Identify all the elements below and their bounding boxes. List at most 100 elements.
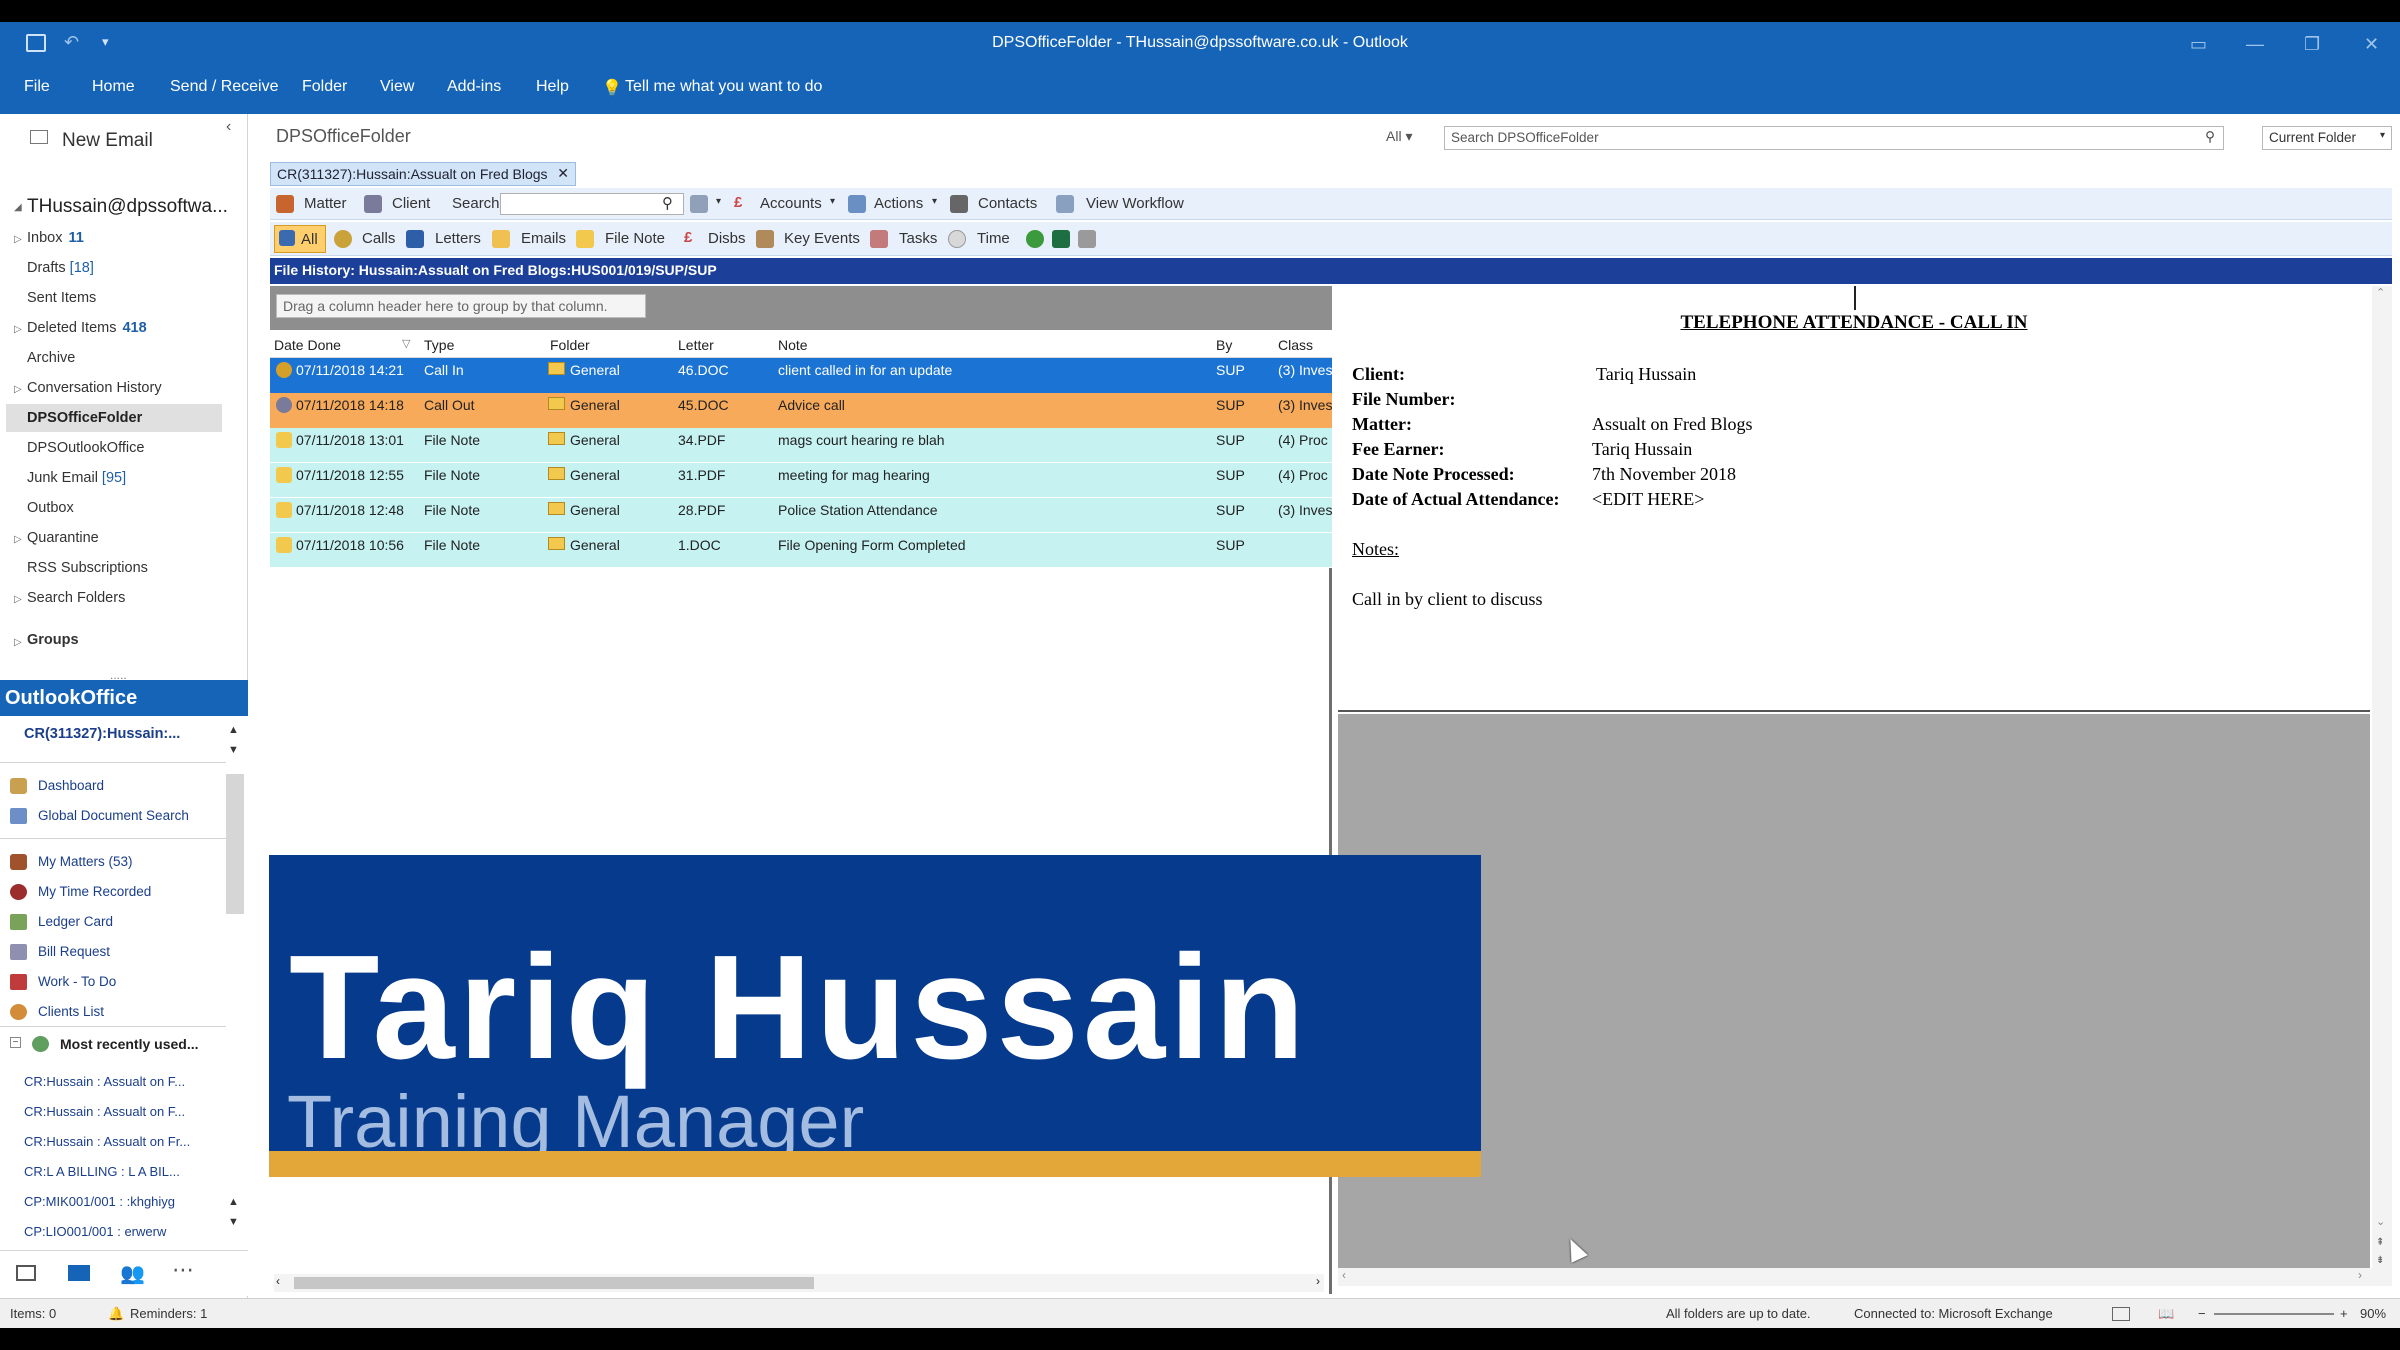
filter-letters-button[interactable]: Letters [435,230,481,247]
folder-deleted-items[interactable]: Deleted Items 418 [27,320,147,336]
collapse-pane-icon[interactable]: ‹ [226,118,231,136]
preview-horizontal-scrollbar[interactable]: ‹ › [1338,1268,2392,1286]
chevron-down-icon[interactable]: ▾ [830,196,835,207]
account-name[interactable]: THussain@dpssoftwa... [27,196,228,218]
matter-document-tab[interactable]: CR(311327):Hussain:Assualt on Fred Blogs… [270,162,576,186]
search-icon[interactable]: ⚲ [2205,129,2215,145]
folder-dpsofficefolder-selected[interactable]: DPSOfficeFolder [6,404,222,432]
folder-search-folders[interactable]: Search Folders [27,590,125,606]
search-input[interactable]: Search DPSOfficeFolder ⚲ [1444,126,2224,150]
table-row[interactable]: 07/11/2018 14:21 Call In General 46.DOC … [270,358,1332,393]
expand-quarantine-icon[interactable]: ▷ [14,534,22,545]
scroll-up-icon[interactable]: ⌃ [2376,286,2385,299]
scroll-up-icon[interactable]: ▲ [228,724,239,736]
mru-item[interactable]: CR:L A BILLING : L A BIL... [24,1164,180,1179]
scroll-right-icon[interactable]: › [1316,1274,1320,1288]
cell-letter[interactable]: 34.PDF [678,432,725,448]
actions-button[interactable]: Actions [874,195,923,212]
folder-archive[interactable]: Archive [27,350,75,366]
current-matter-link[interactable]: CR(311327):Hussain:... [24,726,180,742]
cell-letter[interactable]: 45.DOC [678,397,729,413]
close-icon[interactable]: ✕ [2364,34,2379,55]
prev-page-icon[interactable]: ⇞ [2376,1237,2384,1248]
current-folder-dropdown[interactable]: Current Folder ▾ [2262,126,2392,150]
mru-item[interactable]: CR:Hussain : Assualt on F... [24,1104,185,1119]
more-icon[interactable]: ⋯ [172,1257,194,1283]
expand-groups-icon[interactable]: ▷ [14,637,22,648]
table-row[interactable]: 07/11/2018 10:56 File Note General 1.DOC… [270,533,1332,568]
scroll-down-icon[interactable]: ⌄ [2376,1215,2385,1228]
grid-horizontal-scrollbar[interactable]: ‹ › [274,1274,1324,1292]
table-row[interactable]: 07/11/2018 12:55 File Note General 31.PD… [270,463,1332,498]
cell-letter[interactable]: 1.DOC [678,537,721,553]
col-note[interactable]: Note [778,337,808,353]
new-email-button[interactable]: New Email [62,130,153,152]
filter-all-button[interactable]: All [274,225,326,253]
calendar-icon[interactable] [16,1265,36,1281]
chevron-down-icon[interactable]: ▾ [932,196,937,207]
link-my-matters[interactable]: My Matters (53) [38,854,133,869]
filter-disbs-button[interactable]: Disbs [708,230,746,247]
scroll-left-icon[interactable]: ‹ [1342,1268,1346,1282]
preview-vertical-scrollbar[interactable]: ⌃ ⌄ ⇞ ⇟ [2372,286,2392,1268]
zoom-slider[interactable] [2214,1313,2334,1315]
zoom-level[interactable]: 90% [2360,1306,2386,1321]
tab-send-receive[interactable]: Send / Receive [170,78,279,96]
print-icon[interactable] [1078,230,1096,248]
mru-item[interactable]: CR:Hussain : Assualt on Fr... [24,1134,190,1149]
folder-drafts[interactable]: Drafts [18] [27,260,94,276]
filter-key-events-button[interactable]: Key Events [784,230,860,247]
folder-conversation-history[interactable]: Conversation History [27,380,162,396]
filter-calls-button[interactable]: Calls [362,230,395,247]
tab-help[interactable]: Help [536,78,569,96]
sort-icon[interactable]: ▽ [402,337,410,350]
link-ledger-card[interactable]: Ledger Card [38,914,113,929]
link-my-time-recorded[interactable]: My Time Recorded [38,884,151,899]
link-clients-list[interactable]: Clients List [38,1004,104,1019]
link-bill-request[interactable]: Bill Request [38,944,110,959]
matter-search-input[interactable] [500,193,684,215]
scroll-right-icon[interactable]: › [2358,1268,2362,1282]
link-global-document-search[interactable]: Global Document Search [38,808,189,823]
mru-item[interactable]: CP:MIK001/001 : :khghiyg [24,1194,175,1209]
mru-scroll-down-icon[interactable]: ▼ [228,1216,239,1228]
tell-me-box[interactable]: Tell me what you want to do [625,78,822,96]
reading-view-icon[interactable]: 📖 [2158,1306,2174,1322]
next-page-icon[interactable]: ⇟ [2376,1255,2384,1266]
ribbon-display-icon[interactable]: ▭ [2190,34,2207,55]
expand-inbox-icon[interactable]: ▷ [14,234,22,245]
cell-letter[interactable]: 28.PDF [678,502,725,518]
tab-view[interactable]: View [380,78,414,96]
expand-deleted-icon[interactable]: ▷ [14,324,22,335]
search-scope-dropdown[interactable]: All ▾ [1386,128,1412,145]
col-folder[interactable]: Folder [550,337,590,353]
cell-letter[interactable]: 31.PDF [678,467,725,483]
tab-add-ins[interactable]: Add-ins [447,78,501,96]
table-row[interactable]: 07/11/2018 12:48 File Note General 28.PD… [270,498,1332,533]
matter-search-icon[interactable]: ⚲ [662,194,673,212]
folder-inbox[interactable]: Inbox 11 [27,230,84,246]
filter-tasks-button[interactable]: Tasks [899,230,937,247]
tab-home[interactable]: Home [92,78,135,96]
col-type[interactable]: Type [424,337,454,353]
zoom-out-icon[interactable]: − [2198,1306,2206,1321]
reminders-count[interactable]: Reminders: 1 [130,1306,207,1321]
scroll-left-icon[interactable]: ‹ [276,1274,280,1288]
minimize-icon[interactable]: — [2246,34,2264,55]
zoom-in-icon[interactable]: + [2340,1306,2348,1321]
folder-outbox[interactable]: Outbox [27,500,74,516]
cell-letter[interactable]: 46.DOC [678,362,729,378]
accounts-button[interactable]: Accounts [760,195,822,212]
collapse-mru-icon[interactable]: − [10,1037,21,1048]
view-workflow-button[interactable]: View Workflow [1086,195,1184,212]
mru-item[interactable]: CR:Hussain : Assualt on F... [24,1074,185,1089]
expand-conversation-icon[interactable]: ▷ [14,384,22,395]
scrollbar-thumb[interactable] [294,1277,814,1289]
contacts-button[interactable]: Contacts [978,195,1037,212]
reminder-icon[interactable]: 🔔 [108,1306,124,1322]
maximize-icon[interactable]: ❐ [2304,34,2320,55]
link-dashboard[interactable]: Dashboard [38,778,104,793]
panel-scrollbar[interactable] [226,774,244,914]
scroll-down-icon[interactable]: ▼ [228,744,239,756]
filter-time-button[interactable]: Time [977,230,1010,247]
